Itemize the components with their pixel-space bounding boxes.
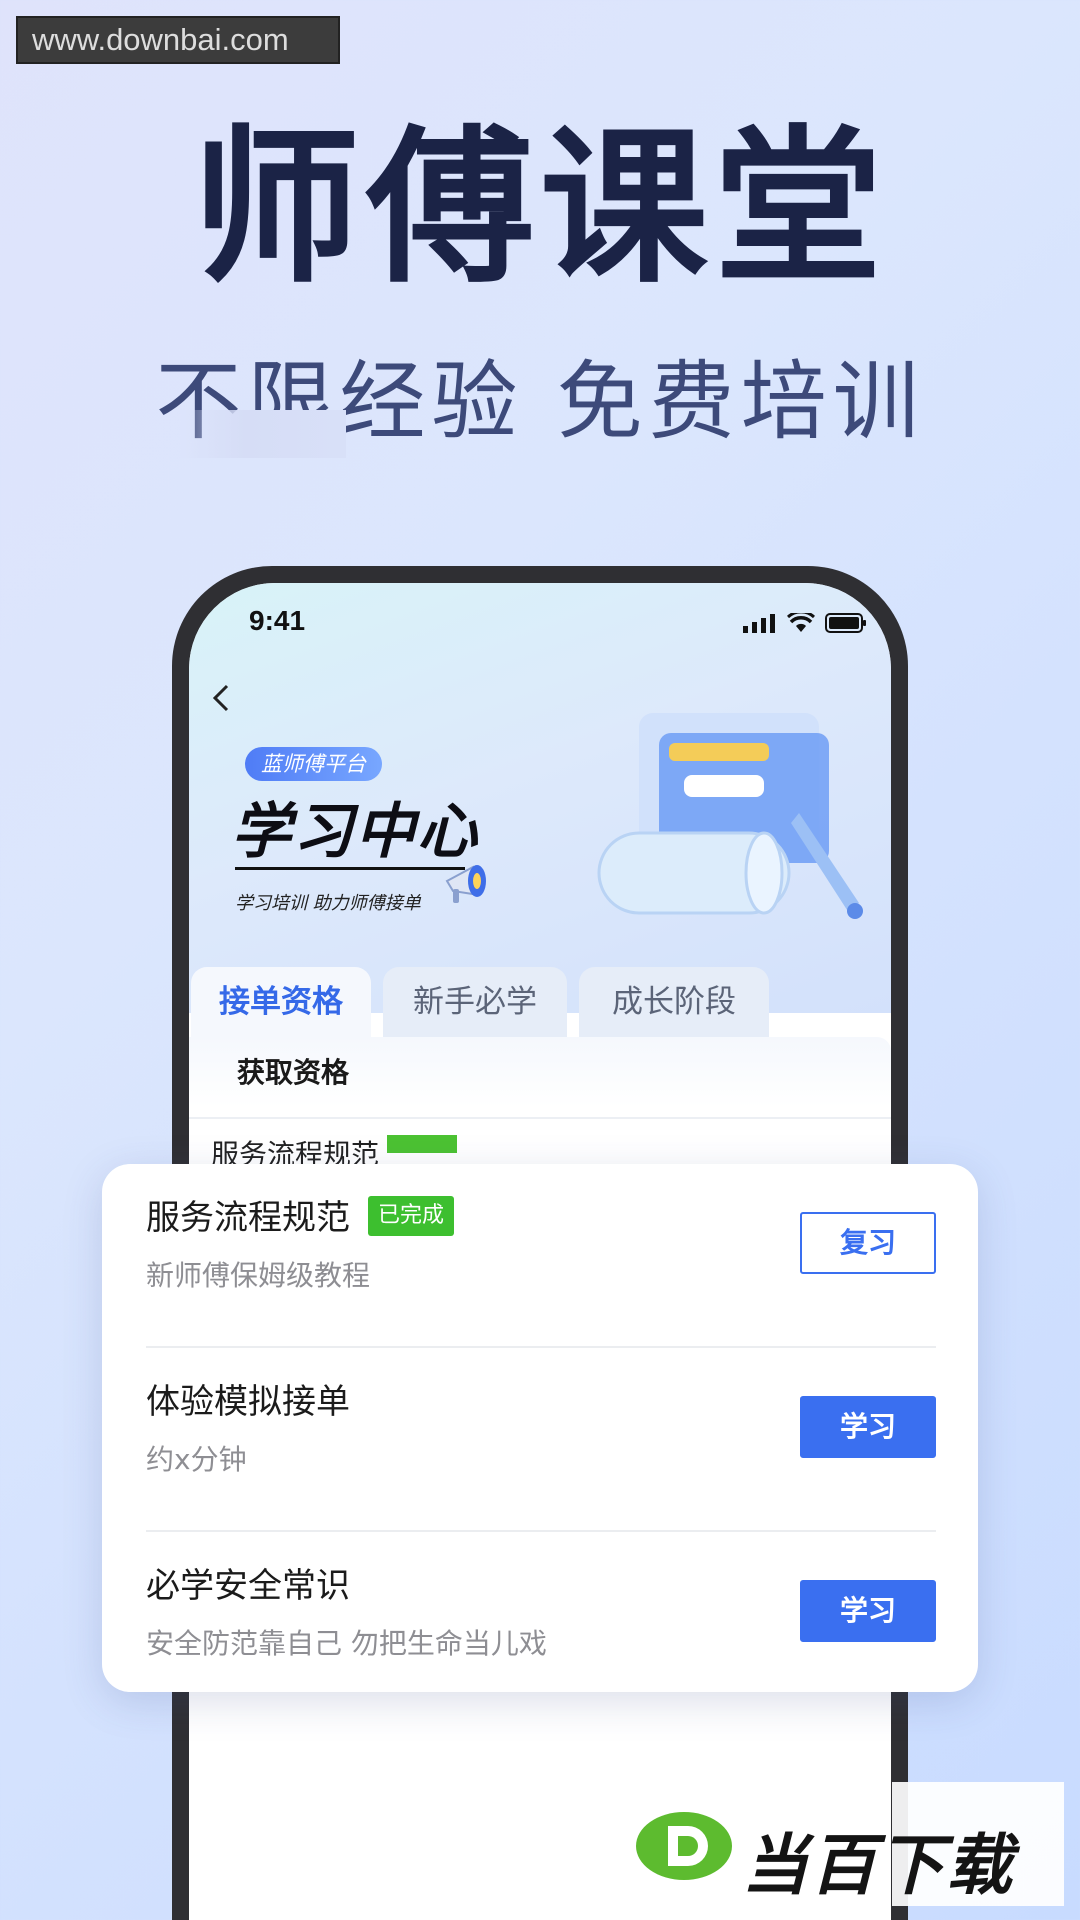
bottom-logo-text: 当百下载 — [742, 1827, 1014, 1904]
headline: 师傅课堂 — [192, 110, 888, 306]
text-smudge — [178, 410, 346, 458]
section-title: 获取资格 — [237, 1056, 350, 1089]
course-desc: 约x分钟 — [146, 1443, 247, 1476]
hero-banner: 9:41 蓝师傅平台 学习中心 学习培训 助力师傅接单 — [189, 583, 891, 1013]
battery-icon — [825, 613, 866, 633]
watermark: www.downbai.com — [16, 16, 340, 64]
course-row: 体验模拟接单 约x分钟 学习 — [146, 1348, 936, 1532]
course-title: 服务流程规范 已完成 — [146, 1190, 455, 1240]
panel-divider — [189, 1117, 891, 1119]
course-row: 必学安全常识 安全防范靠自己 勿把生命当儿戏 学习 — [146, 1532, 936, 1716]
completed-badge: 已完成 — [368, 1195, 455, 1236]
course-title-text: 服务流程规范 — [146, 1198, 350, 1238]
course-title: 体验模拟接单 — [146, 1382, 350, 1422]
course-card: 服务流程规范 已完成 新师傅保姆级教程 复习 体验模拟接单 约x分钟 学习 必学安… — [102, 1164, 978, 1692]
hero-illustration — [597, 713, 863, 919]
tab-newbie-must-learn[interactable]: 新手必学 — [383, 967, 567, 1039]
course-row: 服务流程规范 已完成 新师傅保姆级教程 复习 — [146, 1164, 936, 1348]
subheadline: 不限经验 免费培训 — [155, 352, 925, 452]
study-button[interactable]: 学习 — [800, 1580, 936, 1642]
status-icons — [743, 613, 867, 633]
course-desc: 新师傅保姆级教程 — [146, 1259, 371, 1292]
title-underline — [235, 867, 465, 870]
hero-slogan: 学习培训 助力师傅接单 — [235, 893, 421, 914]
study-button[interactable]: 学习 — [800, 1396, 936, 1458]
wifi-icon — [787, 613, 815, 632]
course-title: 必学安全常识 — [146, 1566, 350, 1606]
tab-growth-stage[interactable]: 成长阶段 — [579, 967, 769, 1039]
downbai-logo-icon — [636, 1812, 732, 1880]
signal-icon — [743, 614, 775, 633]
status-time: 9:41 — [249, 605, 306, 636]
platform-badge: 蓝师傅平台 — [245, 747, 382, 781]
tab-order-qualification[interactable]: 接单资格 — [191, 967, 371, 1039]
tab-bar: 接单资格 新手必学 成长阶段 — [189, 967, 891, 1039]
megaphone-icon — [445, 865, 486, 903]
course-desc: 安全防范靠自己 勿把生命当儿戏 — [146, 1627, 547, 1660]
review-button[interactable]: 复习 — [800, 1212, 936, 1274]
ghost-badge — [387, 1135, 458, 1153]
back-chevron-icon[interactable] — [209, 683, 239, 713]
